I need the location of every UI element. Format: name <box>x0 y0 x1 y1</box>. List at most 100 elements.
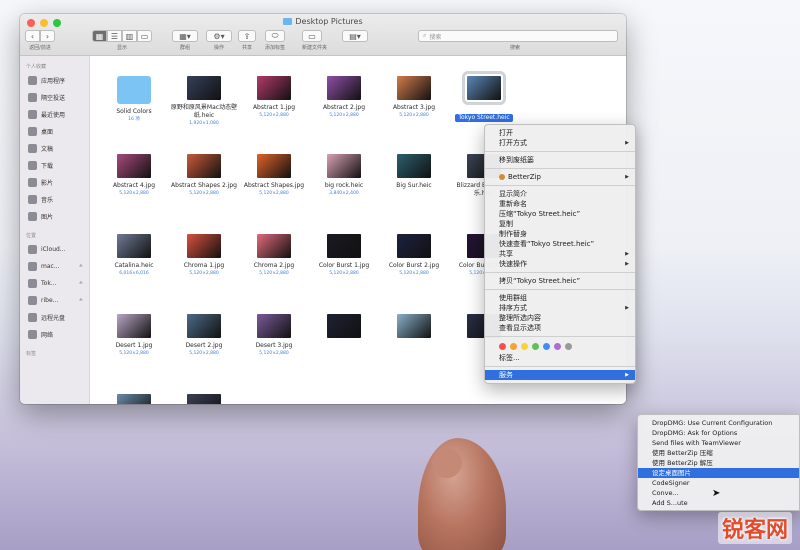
menu-item-quick-actions[interactable]: 快速操作 ▶ <box>485 259 635 269</box>
file-item[interactable]: Desert 2.jpg 5,120×2,880 <box>167 314 241 357</box>
services-item[interactable]: CodeSigner <box>638 478 799 488</box>
menu-item-quick-look[interactable]: 快速查看“Tokyo Street.heic” <box>485 239 635 249</box>
file-item[interactable]: Abstract Shapes.jpg 5,120×2,880 <box>237 154 311 197</box>
sidebar-item-locations-5[interactable]: 网络 <box>20 326 89 343</box>
sidebar-item-favorites-0[interactable]: 应用程序 <box>20 72 89 89</box>
sidebar-item-favorites-2[interactable]: 最近使用 <box>20 106 89 123</box>
services-item[interactable]: 使用 BetterZip 压缩 <box>638 448 799 458</box>
menu-item-share[interactable]: 共享 ▶ <box>485 249 635 259</box>
services-item[interactable]: DropDMG: Ask for Options <box>638 428 799 438</box>
eject-icon[interactable]: ≙ <box>79 281 83 287</box>
file-item[interactable] <box>377 314 451 342</box>
new-folder-button[interactable]: ▭ <box>302 30 322 42</box>
menu-item-compress[interactable]: 压缩“Tokyo Street.heic” <box>485 209 635 219</box>
sidebar-item-locations-1[interactable]: mac... ≙ <box>20 258 89 275</box>
file-name: big rock.heic <box>324 182 364 189</box>
extra-menu-button[interactable]: ▤▾ <box>342 30 368 42</box>
file-item[interactable] <box>97 394 171 404</box>
services-item[interactable]: 使用 BetterZip 解压 <box>638 458 799 468</box>
file-item[interactable]: Desert 3.jpg 5,120×2,880 <box>237 314 311 357</box>
sidebar-item-locations-4[interactable]: 远程光盘 <box>20 309 89 326</box>
file-item[interactable]: big rock.heic 3,840×2,400 <box>307 154 381 197</box>
file-name: Color Burst 1.jpg <box>318 262 370 269</box>
sidebar-item-locations-0[interactable]: iCloud... <box>20 241 89 258</box>
back-button[interactable]: ‹ <box>25 30 40 42</box>
file-item[interactable]: Color Burst 2.jpg 5,120×2,880 <box>377 234 451 277</box>
file-item[interactable]: 原野和原风景Mac动态壁纸.heic 1,920×1,080 <box>167 76 241 127</box>
menu-item-tags[interactable]: 标签... <box>485 353 635 363</box>
menu-item-open-with[interactable]: 打开方式 ▶ <box>485 138 635 148</box>
submenu-arrow-icon: ▶ <box>625 305 629 311</box>
menu-item-copy[interactable]: 拷贝“Tokyo Street.heic” <box>485 276 635 286</box>
menu-item-sort-by[interactable]: 排序方式 ▶ <box>485 303 635 313</box>
group-icon: ▦▾ <box>179 31 191 41</box>
gallery-view-button[interactable]: ▭ <box>137 30 152 42</box>
file-item[interactable]: Color Burst 1.jpg 5,120×2,880 <box>307 234 381 277</box>
action-button[interactable]: ⚙▾ <box>206 30 232 42</box>
menu-item-services[interactable]: 服务 ▶ <box>485 370 635 380</box>
eject-icon[interactable]: ≙ <box>79 264 83 270</box>
file-item[interactable]: Abstract 4.jpg 5,120×2,880 <box>97 154 171 197</box>
column-view-button[interactable]: ▥ <box>122 30 137 42</box>
tags-control: ⬭ 添加标签 <box>265 30 286 51</box>
list-view-button[interactable]: ☰ <box>107 30 122 42</box>
menu-item-use-groups[interactable]: 使用群组 <box>485 293 635 303</box>
sidebar-item-favorites-1[interactable]: 隔空投送 <box>20 89 89 106</box>
sidebar-item-favorites-7[interactable]: 音乐 <box>20 191 89 208</box>
menu-item-make-alias[interactable]: 制作替身 <box>485 229 635 239</box>
menu-item-rename[interactable]: 重新命名 <box>485 199 635 209</box>
tag-color-dot[interactable] <box>554 343 561 350</box>
menu-item-duplicate[interactable]: 复制 <box>485 219 635 229</box>
tag-color-dot[interactable] <box>532 343 539 350</box>
file-item[interactable]: Abstract Shapes 2.jpg 5,120×2,880 <box>167 154 241 197</box>
sidebar-item-locations-2[interactable]: Tok... ≙ <box>20 275 89 292</box>
file-dimensions: 5,120×2,880 <box>189 191 219 196</box>
tag-color-dot[interactable] <box>565 343 572 350</box>
sidebar-item-favorites-6[interactable]: 影片 <box>20 174 89 191</box>
image-thumbnail <box>117 154 151 178</box>
file-item[interactable]: Chroma 2.jpg 5,120×2,880 <box>237 234 311 277</box>
pictures-icon <box>28 212 37 221</box>
group-button[interactable]: ▦▾ <box>172 30 198 42</box>
services-item[interactable]: DropDMG: Use Current Configuration <box>638 418 799 428</box>
services-item[interactable]: 设定桌面图片 <box>638 468 799 478</box>
tag-color-dot[interactable] <box>499 343 506 350</box>
sidebar-item-locations-3[interactable]: ribe... ≙ <box>20 292 89 309</box>
menu-item-clean-up[interactable]: 整理所选内容 <box>485 313 635 323</box>
menu-separator <box>485 366 635 367</box>
menu-item-open[interactable]: 打开 <box>485 128 635 138</box>
services-item[interactable]: Send files with TeamViewer <box>638 438 799 448</box>
file-item[interactable]: Solid Colors 16 项 <box>97 76 171 123</box>
file-item[interactable]: Abstract 3.jpg 5,120×2,880 <box>377 76 451 119</box>
documents-icon <box>28 144 37 153</box>
sidebar-item-favorites-3[interactable]: 桌面 <box>20 123 89 140</box>
tag-color-dot[interactable] <box>510 343 517 350</box>
file-item[interactable]: Desert 1.jpg 5,120×2,880 <box>97 314 171 357</box>
file-item[interactable] <box>167 394 241 404</box>
menu-item-betterzip[interactable]: BetterZip ▶ <box>485 172 635 182</box>
file-item[interactable] <box>307 314 381 342</box>
tag-color-dot[interactable] <box>543 343 550 350</box>
menu-item-show-view-options[interactable]: 查看显示选项 <box>485 323 635 333</box>
sidebar-item-label: 影片 <box>41 180 54 187</box>
file-item[interactable]: Chroma 1.jpg 5,120×2,880 <box>167 234 241 277</box>
file-item[interactable]: Catalina.heic 6,016×6,016 <box>97 234 171 277</box>
file-item[interactable]: Tokyo Street.heic <box>447 71 521 123</box>
file-item[interactable]: Abstract 1.jpg 5,120×2,880 <box>237 76 311 119</box>
favorites-list: 应用程序 隔空投送 最近使用 桌面 文稿 下载影片音乐 图片 <box>20 72 89 225</box>
sidebar-item-favorites-5[interactable]: 下载 <box>20 157 89 174</box>
menu-item-move-to-trash[interactable]: 移到废纸篓 <box>485 155 635 165</box>
services-item[interactable]: Add S...ute <box>638 498 799 508</box>
icon-view-button[interactable]: ▦ <box>92 30 107 42</box>
file-item[interactable]: Abstract 2.jpg 5,120×2,880 <box>307 76 381 119</box>
share-button[interactable]: ⇪ <box>238 30 256 42</box>
menu-item-get-info[interactable]: 显示简介 <box>485 189 635 199</box>
sidebar-item-favorites-4[interactable]: 文稿 <box>20 140 89 157</box>
forward-button[interactable]: › <box>40 30 55 42</box>
file-item[interactable]: Big Sur.heic <box>377 154 451 190</box>
tags-button[interactable]: ⬭ <box>265 30 285 42</box>
tag-color-dot[interactable] <box>521 343 528 350</box>
sidebar-item-favorites-8[interactable]: 图片 <box>20 208 89 225</box>
eject-icon[interactable]: ≙ <box>79 298 83 304</box>
search-input[interactable]: ⌕ 搜索 <box>418 30 618 42</box>
